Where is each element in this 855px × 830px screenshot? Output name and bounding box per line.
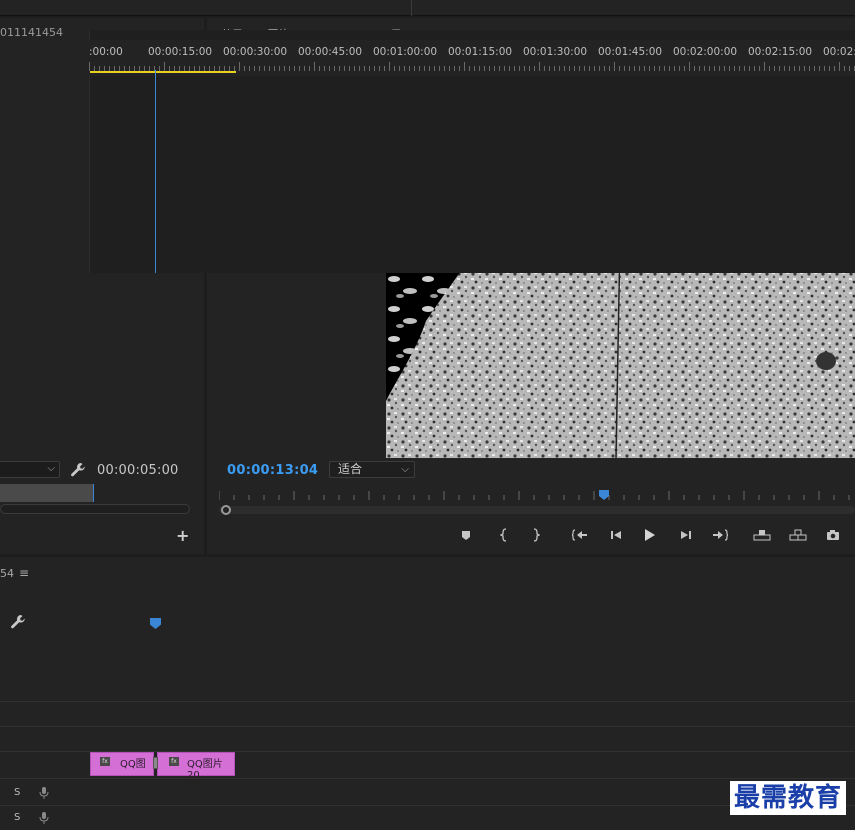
- panel-menu-icon[interactable]: ≡: [19, 566, 29, 580]
- premiere-window: 011141454 ⌵ 00:00:05:00 + 节目: QQ图片202110…: [0, 0, 855, 830]
- add-marker-icon[interactable]: [457, 526, 475, 544]
- solo-track-button[interactable]: S: [14, 787, 20, 798]
- extract-icon[interactable]: [789, 526, 807, 544]
- program-time-ruler[interactable]: [219, 488, 855, 504]
- source-playhead[interactable]: [93, 484, 94, 502]
- solo-track-button[interactable]: S: [14, 812, 20, 823]
- source-panel-title[interactable]: 011141454: [0, 26, 63, 39]
- edit-point-handle[interactable]: [153, 757, 158, 769]
- export-frame-camera-icon[interactable]: [824, 526, 842, 544]
- clip-label: QQ图: [120, 759, 146, 770]
- wrench-settings-icon[interactable]: [70, 462, 86, 478]
- microphone-icon[interactable]: [39, 811, 49, 825]
- clip-label: QQ图片20: [187, 759, 223, 781]
- watermark-logo: 最需教育: [730, 781, 847, 815]
- mark-out-icon[interactable]: [527, 526, 545, 544]
- source-zoom-dropdown[interactable]: ⌵: [0, 461, 60, 478]
- sequence-tab[interactable]: 54: [0, 567, 14, 580]
- track-divider: [0, 701, 855, 702]
- chevron-down-icon: ⌵: [47, 463, 55, 474]
- track-divider: [0, 726, 855, 727]
- video-clip-2[interactable]: fx QQ图片20: [157, 752, 235, 781]
- track-divider: [0, 805, 855, 806]
- chevron-down-icon: ⌵: [401, 464, 409, 475]
- source-zoom-scrollbar[interactable]: [0, 504, 190, 514]
- timeline-settings-wrench-icon[interactable]: [10, 614, 26, 630]
- workspace-tab-bar: [0, 0, 855, 16]
- fx-badge-icon: fx: [169, 757, 179, 766]
- timeline-panel: 54 ≡: [0, 557, 855, 830]
- fit-zoom-label: 适合: [338, 462, 363, 476]
- microphone-icon[interactable]: [39, 786, 49, 800]
- go-to-out-icon[interactable]: [711, 526, 729, 544]
- play-icon[interactable]: [641, 526, 659, 544]
- step-back-icon[interactable]: [607, 526, 625, 544]
- fx-badge-icon: fx: [100, 757, 110, 766]
- program-zoom-handle[interactable]: [221, 505, 231, 515]
- video-clip-1[interactable]: fx QQ图: [90, 752, 154, 776]
- work-area-bar[interactable]: [90, 71, 236, 73]
- step-forward-icon[interactable]: [677, 526, 695, 544]
- source-duration-readout: 00:00:05:00: [97, 463, 179, 478]
- fit-zoom-dropdown[interactable]: 适合 ⌵: [329, 461, 415, 478]
- program-zoom-scrollbar[interactable]: [219, 506, 855, 514]
- go-to-in-icon[interactable]: [571, 526, 589, 544]
- lift-icon[interactable]: [753, 526, 771, 544]
- mark-in-icon[interactable]: [495, 526, 513, 544]
- track-divider: [0, 778, 855, 779]
- source-in-out-range: [0, 484, 94, 502]
- program-timecode[interactable]: 00:00:13:04: [227, 463, 318, 478]
- add-button-icon[interactable]: +: [176, 526, 189, 545]
- timeline-playhead-line[interactable]: [155, 70, 156, 273]
- tab-separator: [411, 0, 412, 16]
